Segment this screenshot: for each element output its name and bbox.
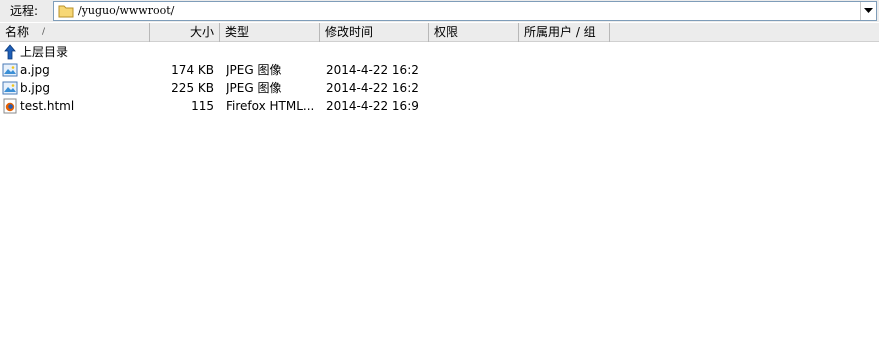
column-header-type[interactable]: 类型 bbox=[220, 23, 320, 42]
firefox-html-icon bbox=[3, 98, 17, 114]
file-row[interactable]: a.jpg 174 KB JPEG 图像 2014-4-22 16:2 bbox=[0, 61, 879, 79]
parent-directory-row[interactable]: 上层目录 bbox=[0, 43, 879, 61]
file-list: 上层目录 a.jpg 174 KB JPEG 图像 2014-4-22 16:2… bbox=[0, 43, 879, 115]
up-arrow-icon bbox=[4, 44, 16, 60]
column-header-owner[interactable]: 所属用户 / 组 bbox=[519, 23, 610, 42]
file-modified: 2014-4-22 16:2 bbox=[326, 81, 419, 95]
path-dropdown-button[interactable] bbox=[860, 2, 876, 20]
file-row[interactable]: test.html 115 Firefox HTML... 2014-4-22 … bbox=[0, 97, 879, 115]
column-header-permissions[interactable]: 权限 bbox=[429, 23, 519, 42]
file-size: 174 KB bbox=[171, 63, 214, 77]
file-type: Firefox HTML... bbox=[226, 99, 315, 113]
remote-path-combo[interactable]: /yuguo/wwwroot/ bbox=[53, 1, 877, 21]
file-size: 225 KB bbox=[171, 81, 214, 95]
file-name: test.html bbox=[20, 99, 75, 113]
column-name-label: 名称 bbox=[5, 25, 30, 39]
file-name: a.jpg bbox=[20, 63, 50, 77]
image-file-icon bbox=[2, 81, 18, 95]
file-type: JPEG 图像 bbox=[226, 63, 282, 77]
file-size: 115 bbox=[191, 99, 214, 113]
column-header-name[interactable]: 名称 / bbox=[0, 23, 150, 42]
file-list-header: 名称 / 大小 类型 修改时间 权限 所属用户 / 组 bbox=[0, 22, 879, 42]
remote-path-bar: 远程: /yuguo/wwwroot/ bbox=[0, 0, 879, 22]
image-file-icon bbox=[2, 63, 18, 77]
file-modified: 2014-4-22 16:2 bbox=[326, 63, 419, 77]
file-modified: 2014-4-22 16:9 bbox=[326, 99, 419, 113]
parent-directory-label: 上层目录 bbox=[20, 45, 69, 59]
remote-label: 远程: bbox=[10, 4, 39, 18]
file-row[interactable]: b.jpg 225 KB JPEG 图像 2014-4-22 16:2 bbox=[0, 79, 879, 97]
remote-path-text[interactable]: /yuguo/wwwroot/ bbox=[78, 4, 174, 18]
file-name: b.jpg bbox=[20, 81, 50, 95]
file-type: JPEG 图像 bbox=[226, 81, 282, 95]
folder-icon bbox=[58, 5, 74, 18]
column-header-size[interactable]: 大小 bbox=[150, 23, 220, 42]
sort-indicator-icon: / bbox=[42, 27, 46, 37]
chevron-down-icon bbox=[864, 8, 873, 13]
column-header-modified[interactable]: 修改时间 bbox=[320, 23, 429, 42]
